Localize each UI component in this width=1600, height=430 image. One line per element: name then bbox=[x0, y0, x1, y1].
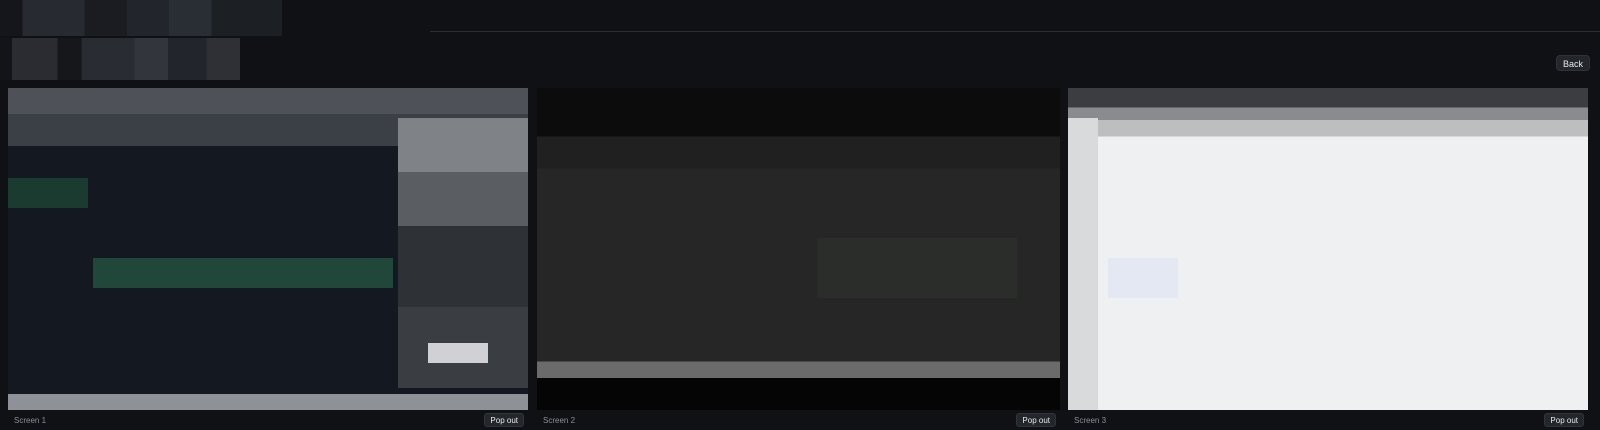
back-button[interactable]: Back bbox=[1555, 55, 1590, 71]
blurred-title bbox=[0, 0, 282, 36]
popout-button[interactable]: Pop out bbox=[1544, 413, 1584, 427]
screen-3-content-block bbox=[1108, 258, 1178, 298]
screen-panel-1: Screen 1 Pop out bbox=[8, 88, 528, 430]
popout-button[interactable]: Pop out bbox=[1016, 413, 1056, 427]
screen-label: Screen 1 bbox=[14, 415, 47, 425]
screen-2-content-block bbox=[817, 238, 1017, 298]
screens-page: Back Screen 1 Pop out Screen 2 Pop out S… bbox=[0, 0, 1600, 430]
screen-1-taskbar bbox=[8, 394, 528, 410]
screen-1-viewport[interactable] bbox=[8, 88, 528, 410]
screen-label: Screen 3 bbox=[1074, 415, 1107, 425]
divider bbox=[430, 31, 1600, 32]
screen-panel-3: Screen 3 Pop out bbox=[1068, 88, 1588, 430]
popout-button[interactable]: Pop out bbox=[484, 413, 524, 427]
screen-1-footer: Screen 1 Pop out bbox=[8, 410, 528, 430]
screen-2-footer: Screen 2 Pop out bbox=[537, 410, 1060, 430]
screen-3-footer: Screen 3 Pop out bbox=[1068, 410, 1588, 430]
screen-3-viewport[interactable] bbox=[1068, 88, 1588, 410]
screen-1-content-block bbox=[8, 178, 88, 208]
screen-1-content-block bbox=[93, 258, 393, 288]
screen-panel-2: Screen 2 Pop out bbox=[537, 88, 1060, 430]
screen-label: Screen 2 bbox=[543, 415, 576, 425]
blurred-subtitle bbox=[0, 38, 240, 80]
screen-1-highlight bbox=[428, 343, 488, 363]
screen-3-sidebar bbox=[1068, 118, 1098, 410]
screen-2-viewport[interactable] bbox=[537, 88, 1060, 410]
